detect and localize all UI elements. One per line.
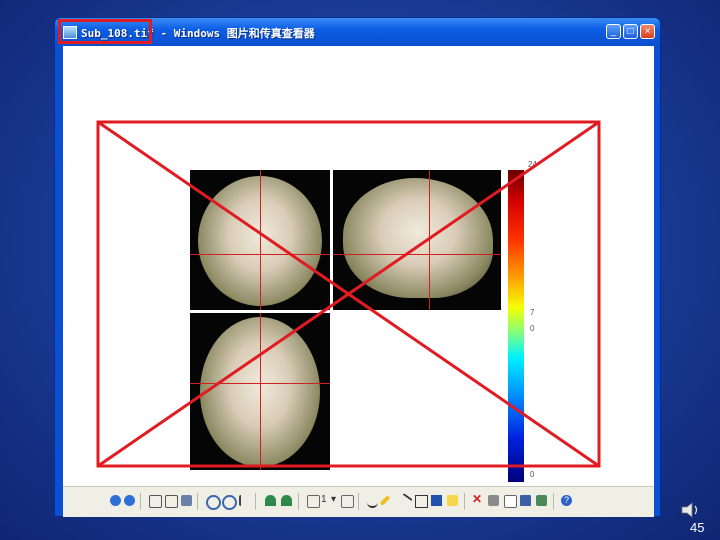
slide-page-number: 45 <box>690 520 705 535</box>
speaker-icon[interactable] <box>680 500 702 520</box>
red-cross-overlay <box>96 120 601 468</box>
